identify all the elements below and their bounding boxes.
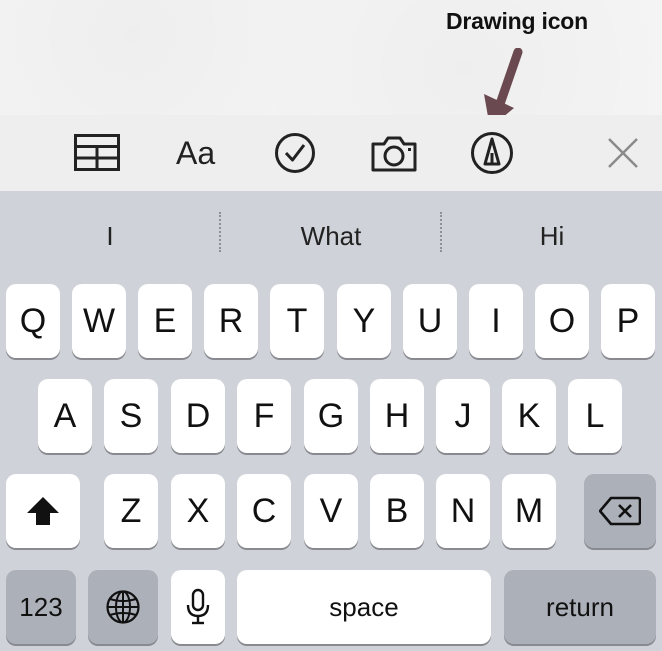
key-z[interactable]: Z [104, 474, 158, 548]
key-r[interactable]: R [204, 284, 258, 358]
key-label: Y [352, 302, 376, 340]
table-icon[interactable] [74, 134, 120, 172]
key-w[interactable]: W [72, 284, 126, 358]
shift-icon [27, 497, 59, 525]
key-label: B [385, 492, 409, 530]
key-c[interactable]: C [237, 474, 291, 548]
key-d[interactable]: D [171, 379, 225, 453]
key-label: Q [19, 302, 47, 340]
key-v[interactable]: V [304, 474, 358, 548]
dictation-key[interactable] [171, 570, 225, 644]
camera-icon[interactable] [370, 135, 418, 173]
key-k[interactable]: K [502, 379, 556, 453]
key-n[interactable]: N [436, 474, 490, 548]
key-label: J [454, 397, 472, 435]
key-label: H [384, 397, 410, 435]
key-label: Z [120, 492, 142, 530]
key-l[interactable]: L [568, 379, 622, 453]
key-g[interactable]: G [304, 379, 358, 453]
key-h[interactable]: H [370, 379, 424, 453]
numbers-key[interactable]: 123 [6, 570, 76, 644]
predictive-bar: I What Hi [0, 191, 662, 279]
suggestion-item[interactable]: What [221, 211, 441, 261]
shift-key[interactable] [6, 474, 80, 548]
checklist-icon[interactable] [274, 132, 316, 174]
key-f[interactable]: F [237, 379, 291, 453]
key-label: space [329, 592, 399, 622]
key-label: F [253, 397, 275, 435]
suggestion-item[interactable]: Hi [442, 211, 662, 261]
delete-icon [599, 496, 641, 526]
key-label: S [119, 397, 143, 435]
key-label: U [417, 302, 443, 340]
key-b[interactable]: B [370, 474, 424, 548]
delete-key[interactable] [584, 474, 656, 548]
key-label: O [548, 302, 576, 340]
key-a[interactable]: A [38, 379, 92, 453]
key-label: I [491, 302, 501, 340]
key-p[interactable]: P [601, 284, 655, 358]
key-q[interactable]: Q [6, 284, 60, 358]
key-label: K [517, 397, 541, 435]
key-y[interactable]: Y [337, 284, 391, 358]
close-icon[interactable] [606, 136, 640, 170]
key-label: N [450, 492, 476, 530]
space-key[interactable]: space [237, 570, 491, 644]
key-label: E [153, 302, 177, 340]
key-label: 123 [19, 592, 63, 622]
suggestion-item[interactable]: I [0, 211, 220, 261]
microphone-icon [186, 588, 210, 625]
key-e[interactable]: E [138, 284, 192, 358]
key-label: X [186, 492, 210, 530]
key-label: A [53, 397, 77, 435]
key-label: T [286, 302, 308, 340]
drawing-icon[interactable] [470, 131, 514, 175]
key-s[interactable]: S [104, 379, 158, 453]
key-label: D [185, 397, 211, 435]
return-key[interactable]: return [504, 570, 656, 644]
key-label: M [514, 492, 544, 530]
key-j[interactable]: J [436, 379, 490, 453]
key-label: R [218, 302, 244, 340]
globe-key[interactable] [88, 570, 158, 644]
key-label: W [82, 302, 116, 340]
format-text-button[interactable]: Aa [176, 134, 215, 172]
key-x[interactable]: X [171, 474, 225, 548]
key-t[interactable]: T [270, 284, 324, 358]
key-m[interactable]: M [502, 474, 556, 548]
key-u[interactable]: U [403, 284, 457, 358]
globe-icon [106, 590, 140, 624]
key-label: C [251, 492, 277, 530]
key-o[interactable]: O [535, 284, 589, 358]
key-label: V [319, 492, 343, 530]
key-i[interactable]: I [469, 284, 523, 358]
key-label: return [546, 592, 614, 622]
key-label: L [585, 397, 605, 435]
annotation-label: Drawing icon [446, 8, 589, 34]
key-label: P [616, 302, 640, 340]
key-label: G [317, 397, 345, 435]
